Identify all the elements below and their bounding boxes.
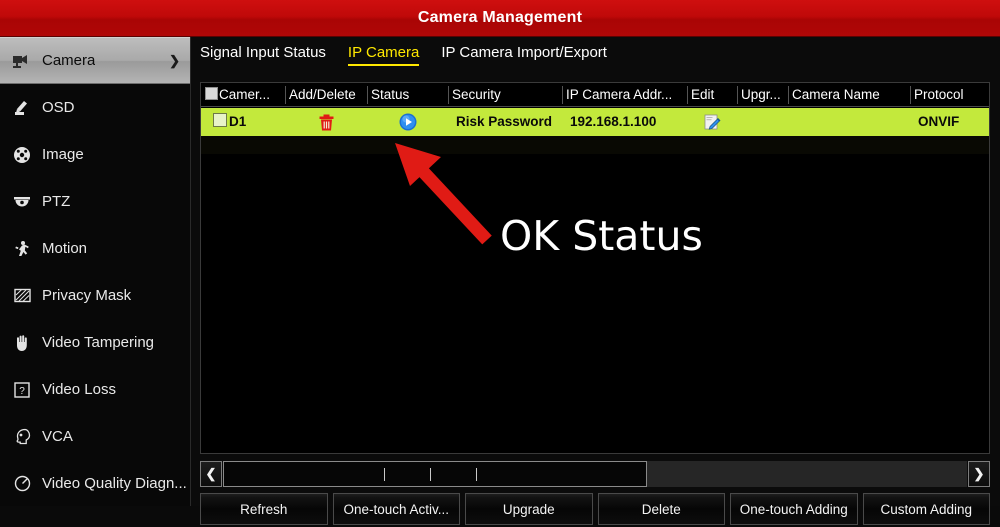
delete-button[interactable]: Delete [597, 493, 725, 525]
column-header-label: Edit [691, 87, 715, 102]
annotation-label: OK Status [500, 212, 703, 260]
column-header-label: IP Camera Addr... [566, 87, 673, 102]
trash-delete-icon[interactable] [285, 108, 367, 136]
custom-adding-button[interactable]: Custom Adding [862, 493, 990, 525]
cell-camera-label: D1 [229, 114, 247, 129]
row-select-checkbox[interactable] [213, 113, 227, 127]
scroll-right-arrow-icon[interactable]: ❯ [968, 461, 990, 487]
sidebar-item-video-tampering[interactable]: Video Tampering [0, 319, 190, 366]
one-touch-adding-button[interactable]: One-touch Adding [730, 493, 858, 525]
sidebar-item-label: VCA [42, 428, 73, 445]
column-header-label: Security [452, 87, 501, 102]
cell-camera[interactable]: D1 [209, 108, 287, 136]
sidebar-item-image[interactable]: Image [0, 131, 190, 178]
tab-signal-input-status[interactable]: Signal Input Status [200, 44, 326, 64]
column-header-protocol[interactable]: Protocol [910, 83, 989, 107]
tab-ip-camera-import-export[interactable]: IP Camera Import/Export [441, 44, 607, 64]
page-title: Camera Management [417, 9, 583, 26]
column-header-label: Status [371, 87, 410, 102]
column-header-label: Upgr... [741, 87, 781, 102]
column-header-status[interactable]: Status [367, 83, 448, 107]
main-panel: Signal Input Status IP Camera IP Camera … [191, 37, 1000, 525]
scrollbar-grip-line [384, 468, 385, 481]
sidebar-item-vca[interactable]: VCA [0, 413, 190, 460]
camera-icon [10, 50, 34, 72]
sidebar-item-label: Image [42, 146, 84, 163]
image-icon [10, 144, 34, 166]
refresh-button[interactable]: Refresh [200, 493, 328, 525]
svg-text:?: ? [19, 386, 25, 397]
table-header-row: Camer... Add/Delete Status Security IP C… [201, 83, 989, 107]
column-divider [737, 86, 738, 104]
sidebar-item-label: Video Loss [42, 381, 116, 398]
sidebar-item-label: Motion [42, 240, 88, 257]
ptz-dome-icon [10, 191, 34, 213]
column-header-camera[interactable]: Camer... [201, 83, 285, 107]
vca-head-icon [10, 426, 34, 448]
column-divider [285, 86, 286, 104]
sidebar-item-privacy-mask[interactable]: Privacy Mask [0, 272, 190, 319]
one-touch-activate-button[interactable]: One-touch Activ... [332, 493, 460, 525]
hand-icon [10, 332, 34, 354]
question-box-icon: ? [10, 379, 34, 401]
sidebar-item-label: PTZ [42, 193, 71, 210]
column-header-ip-camera-address[interactable]: IP Camera Addr... [562, 83, 687, 107]
action-button-bar: Refresh One-touch Activ... Upgrade Delet… [200, 493, 990, 527]
video-quality-icon [10, 473, 34, 495]
column-divider [562, 86, 563, 104]
sidebar-item-label: Privacy Mask [42, 287, 132, 304]
scrollbar-thumb[interactable] [223, 461, 647, 487]
sidebar-item-video-quality-diagnostics[interactable]: Video Quality Diagn... [0, 460, 190, 507]
column-divider [367, 86, 368, 104]
column-header-upgrade[interactable]: Upgr... [737, 83, 788, 107]
sidebar-nav: Camera ❯ OSD Image PTZ Motion Privacy Ma… [0, 37, 191, 506]
upgrade-button[interactable]: Upgrade [465, 493, 593, 525]
play-status-icon[interactable] [367, 108, 448, 136]
privacy-mask-icon [10, 285, 34, 307]
sidebar-item-ptz[interactable]: PTZ [0, 178, 190, 225]
tab-bar: Signal Input Status IP Camera IP Camera … [191, 37, 1000, 71]
column-header-label: Camer... [219, 87, 271, 102]
sidebar-item-camera[interactable]: Camera ❯ [0, 37, 190, 84]
sidebar-item-label: OSD [42, 99, 75, 116]
scrollbar-grip-line [476, 468, 477, 481]
column-header-security[interactable]: Security [448, 83, 562, 107]
table-row[interactable]: D1 Risk Password 192.168.1.100 ONVIF [201, 108, 989, 136]
sidebar-item-osd[interactable]: OSD [0, 84, 190, 131]
column-divider [448, 86, 449, 104]
column-divider [788, 86, 789, 104]
column-header-label: Camera Name [792, 87, 880, 102]
cell-security: Risk Password [456, 114, 553, 129]
cell-ip-address: 192.168.1.100 [570, 114, 657, 129]
cell-protocol: ONVIF [918, 114, 960, 129]
column-header-label: Protocol [914, 87, 964, 102]
select-all-checkbox[interactable] [205, 87, 218, 100]
scrollbar-track[interactable] [223, 461, 967, 487]
column-header-add-delete[interactable]: Add/Delete [285, 83, 367, 107]
table-row-empty [201, 136, 989, 154]
motion-person-icon [10, 238, 34, 260]
scroll-left-arrow-icon[interactable]: ❮ [200, 461, 222, 487]
column-divider [687, 86, 688, 104]
horizontal-scrollbar[interactable]: ❮ ❯ [200, 461, 990, 487]
column-header-label: Add/Delete [289, 87, 356, 102]
edit-pencil-icon[interactable] [687, 108, 737, 136]
sidebar-item-label: Video Tampering [42, 334, 155, 351]
chevron-right-icon: ❯ [169, 52, 180, 68]
cell-camera-name [792, 108, 910, 136]
column-header-edit[interactable]: Edit [687, 83, 737, 107]
column-divider [910, 86, 911, 104]
sidebar-item-label: Camera [42, 52, 96, 69]
sidebar-item-motion[interactable]: Motion [0, 225, 190, 272]
tab-ip-camera[interactable]: IP Camera [347, 44, 420, 66]
scrollbar-grip-line [430, 468, 431, 481]
osd-pencil-icon [10, 97, 34, 119]
sidebar-item-label: Video Quality Diagn... [42, 475, 187, 492]
cell-upgrade [741, 108, 788, 136]
window-title-bar: Camera Management [0, 0, 1000, 37]
column-header-camera-name[interactable]: Camera Name [788, 83, 910, 107]
ip-camera-table: Camer... Add/Delete Status Security IP C… [200, 82, 990, 454]
sidebar-item-video-loss[interactable]: ? Video Loss [0, 366, 190, 413]
